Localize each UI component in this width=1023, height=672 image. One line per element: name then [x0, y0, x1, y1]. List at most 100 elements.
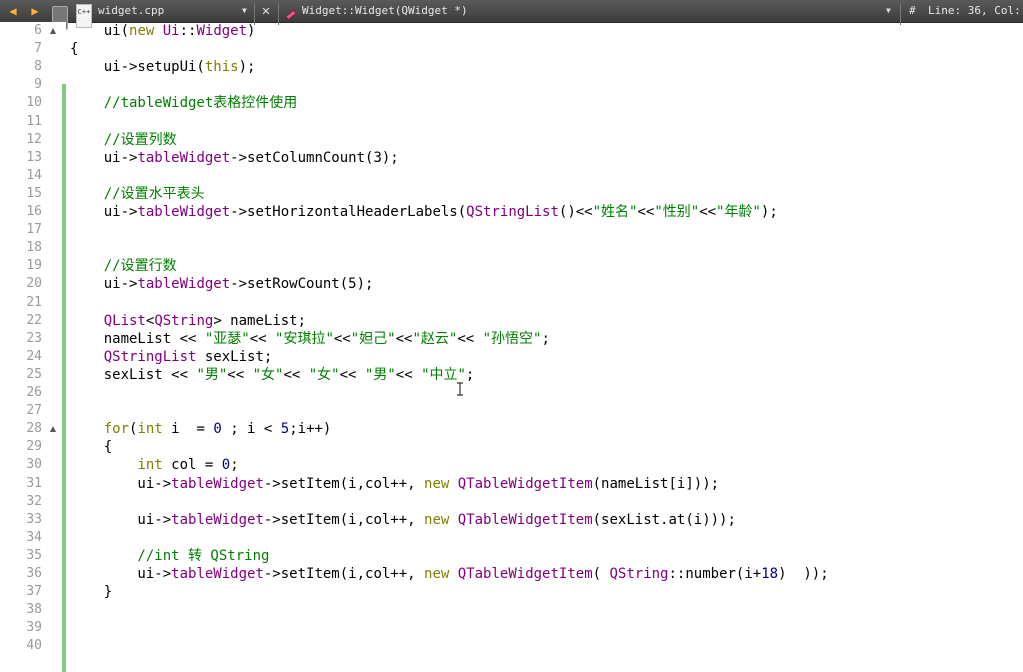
code-token: Ui [162, 23, 180, 39]
line-number: 33 [26, 512, 42, 527]
line-number: 39 [26, 620, 42, 635]
line-number: 22 [26, 313, 42, 328]
code-token: QString [154, 313, 214, 329]
line-number: 24 [26, 349, 42, 364]
line-number: 8 [34, 59, 42, 74]
arrow-right-icon[interactable]: ▶ [26, 0, 44, 22]
code-line[interactable]: QStringList sexList; [70, 348, 273, 366]
chevron-down-icon[interactable]: ▼ [242, 0, 247, 22]
line-number: 40 [26, 638, 42, 653]
code-line[interactable]: int col = 0; [70, 456, 238, 474]
code-token: tableWidget [171, 476, 264, 492]
code-line[interactable]: //int 转 QString [70, 547, 269, 565]
code-line[interactable]: //设置行数 [70, 257, 177, 275]
code-line[interactable]: { [70, 40, 78, 58]
code-line[interactable]: ui->setupUi(this); [70, 58, 256, 76]
code-line[interactable]: nameList << "亚瑟"<< "安琪拉"<<"妲己"<<"赵云"<< "… [70, 330, 550, 348]
code-line[interactable]: ui->tableWidget->setHorizontalHeaderLabe… [70, 203, 778, 221]
code-token: ui-> [70, 204, 138, 220]
code-token: "年龄" [716, 204, 761, 220]
code-token: tableWidget [137, 276, 231, 292]
function-symbol-icon [285, 9, 297, 21]
code-token: this [204, 59, 239, 75]
code-token: ; [465, 367, 475, 383]
code-token: ui( [70, 23, 130, 39]
code-token: << [637, 204, 655, 220]
code-token: ui->setupUi( [70, 59, 205, 75]
line-number: 31 [26, 476, 42, 491]
code-token: ;i++) [289, 421, 332, 437]
code-line[interactable]: QList<QString> nameList; [70, 312, 306, 330]
chevron-down-icon[interactable]: ▼ [886, 0, 891, 22]
open-document-combo[interactable]: widget.cpp [98, 0, 164, 22]
code-token: int [137, 457, 163, 473]
code-token: << [395, 367, 422, 383]
code-line[interactable]: for(int i = 0 ; i < 5;i++) [70, 420, 332, 438]
code-token: ) [247, 23, 256, 39]
code-token: "孙悟空" [482, 331, 542, 347]
arrow-left-icon[interactable]: ◀ [4, 0, 22, 22]
code-token: ->setItem(i,col++, [263, 566, 425, 582]
code-token: ui-> [70, 566, 172, 582]
line-number: 37 [26, 584, 42, 599]
code-token: { [70, 41, 79, 57]
code-token: << [699, 204, 717, 220]
code-line[interactable]: { [70, 438, 112, 456]
code-line[interactable]: //tableWidget表格控件使用 [70, 94, 298, 112]
code-token: new [424, 512, 450, 528]
line-number: 17 [26, 222, 42, 237]
fold-marker-icon[interactable] [50, 426, 56, 432]
code-line[interactable]: ui(new Ui::Widget) [70, 22, 256, 40]
code-line[interactable]: ui->tableWidget->setItem(i,col++, new QT… [70, 565, 828, 583]
fold-margin[interactable] [46, 22, 62, 672]
code-token: QTableWidgetItem [457, 566, 593, 582]
code-token: << [227, 367, 253, 383]
symbol-combo[interactable]: Widget::Widget(QWidget *) [302, 0, 468, 22]
line-number: 16 [26, 204, 42, 219]
code-line[interactable]: ui->tableWidget->setRowCount(5); [70, 275, 374, 293]
code-line[interactable]: //设置列数 [70, 131, 177, 149]
code-token: ::number(i+ [668, 566, 762, 582]
code-token: Widget [196, 23, 248, 39]
code-token: << [395, 331, 413, 347]
code-token: "中立" [421, 367, 466, 383]
close-document-icon[interactable]: ✕ [258, 0, 274, 22]
code-token: QStringList [466, 204, 559, 220]
code-line[interactable]: ui->tableWidget->setItem(i,col++, new QT… [70, 511, 736, 529]
line-number: 29 [26, 439, 42, 454]
code-token: "男" [196, 367, 228, 383]
code-token: ); [760, 204, 778, 220]
code-token: "赵云" [412, 331, 458, 347]
code-token: ->setRowCount(5); [230, 276, 374, 292]
code-line[interactable]: } [70, 583, 112, 601]
code-token: << [249, 331, 276, 347]
code-line[interactable]: ui->tableWidget->setItem(i,col++, new QT… [70, 475, 719, 493]
code-token: "男" [364, 367, 396, 383]
fold-marker-icon[interactable] [50, 28, 56, 34]
code-token: tableWidget [171, 566, 264, 582]
code-line[interactable]: sexList << "男"<< "女"<< "女"<< "男"<< "中立"; [70, 366, 475, 384]
code-line[interactable]: //设置水平表头 [70, 185, 205, 203]
code-token: (sexList.at(i))); [592, 512, 736, 528]
line-number: 6 [34, 23, 42, 38]
code-token: col = [162, 457, 222, 473]
code-token: "姓名" [592, 204, 638, 220]
code-token: new [424, 476, 450, 492]
code-token: ->setItem(i,col++, [263, 476, 425, 492]
editor-toolbar: ◀ ▶ C++ widget.cpp ▼ ✕ Widget::Widget(QW… [0, 0, 1023, 30]
code-token: :: [179, 23, 197, 39]
code-token: "女" [308, 367, 340, 383]
code-token: "安琪拉" [275, 331, 334, 347]
line-number: 7 [34, 41, 42, 56]
line-number: 19 [26, 258, 42, 273]
change-bar [62, 22, 66, 672]
line-number: 27 [26, 403, 42, 418]
code-token: //int 转 QString [70, 548, 270, 564]
code-line[interactable]: ui->tableWidget->setColumnCount(3); [70, 149, 399, 167]
code-token: << [333, 331, 351, 347]
